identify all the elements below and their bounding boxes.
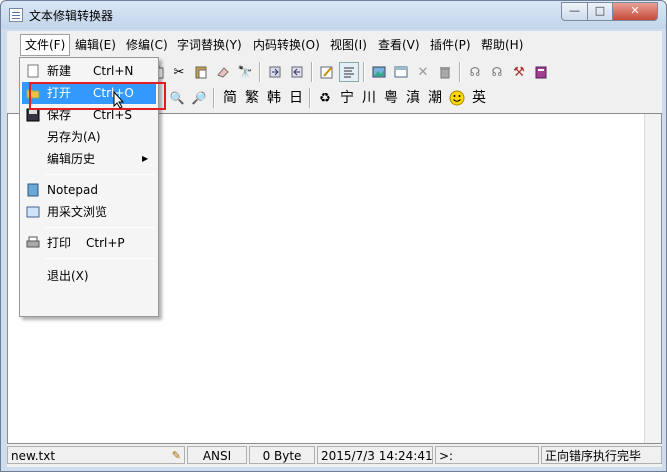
browser-icon bbox=[26, 206, 40, 218]
vertical-scrollbar[interactable] bbox=[644, 114, 661, 443]
import-icon[interactable] bbox=[265, 62, 285, 82]
menu-view[interactable]: 视图(I) bbox=[330, 36, 367, 54]
tools-icon[interactable]: ⚒ bbox=[509, 62, 529, 82]
toolbar-divider bbox=[309, 88, 311, 108]
korean-button[interactable]: 韩 bbox=[264, 88, 284, 108]
toolbar-divider bbox=[459, 62, 461, 82]
status-filename: new.txt ✎ bbox=[7, 446, 185, 464]
zoom-in-icon[interactable]: 🔍 bbox=[167, 88, 187, 108]
menu-item-new[interactable]: 新建 Ctrl+N bbox=[22, 60, 156, 82]
menu-look[interactable]: 查看(V) bbox=[378, 36, 420, 54]
maximize-button[interactable]: □ bbox=[587, 2, 613, 21]
menu-revise[interactable]: 修编(C) bbox=[126, 36, 168, 54]
new-shortcut: Ctrl+N bbox=[93, 64, 134, 78]
toolbar-divider bbox=[213, 88, 215, 108]
new-label: 新建 bbox=[47, 64, 72, 78]
print-shortcut: Ctrl+P bbox=[86, 236, 125, 250]
app-icon bbox=[9, 8, 23, 22]
audio-icon[interactable]: ☊ bbox=[487, 62, 507, 82]
filename-text: new.txt bbox=[11, 449, 56, 463]
cantonese-button[interactable]: 粤 bbox=[381, 88, 401, 108]
cut-icon[interactable]: ✂ bbox=[169, 62, 189, 82]
menu-divider bbox=[45, 227, 155, 228]
notepad-icon bbox=[27, 183, 39, 197]
status-bar: new.txt ✎ ANSI 0 Byte 2015/7/3 14:24:41 … bbox=[7, 445, 662, 465]
window-icon[interactable] bbox=[391, 62, 411, 82]
close-button[interactable]: ✕ bbox=[612, 2, 658, 21]
minimize-button[interactable]: — bbox=[561, 2, 588, 21]
browse-label: 用采文浏览 bbox=[47, 205, 108, 219]
menu-encoding-convert[interactable]: 内码转换(O) bbox=[253, 36, 320, 54]
pencil-icon: ✎ bbox=[171, 449, 181, 462]
zoom-out-icon[interactable]: 🔎 bbox=[189, 88, 209, 108]
menu-item-exit[interactable]: 退出(X) bbox=[22, 265, 156, 287]
save-as-label: 另存为(A) bbox=[47, 130, 101, 144]
menu-word-replace[interactable]: 字词替换(Y) bbox=[177, 36, 242, 54]
ningbo-button[interactable]: 宁 bbox=[337, 88, 357, 108]
menu-item-print[interactable]: 打印 Ctrl+P bbox=[22, 232, 156, 254]
align-text-icon[interactable] bbox=[339, 62, 359, 82]
book-icon[interactable] bbox=[531, 62, 551, 82]
menu-divider bbox=[45, 174, 155, 175]
traditional-button[interactable]: 繁 bbox=[242, 88, 262, 108]
exit-label: 退出(X) bbox=[47, 269, 89, 283]
delete-x-icon[interactable]: ✕ bbox=[413, 62, 433, 82]
window-title: 文本修辑转换器 bbox=[29, 9, 114, 23]
binoculars-icon[interactable]: 🔭 bbox=[235, 62, 255, 82]
status-datetime: 2015/7/3 14:24:41 bbox=[317, 446, 433, 464]
status-prompt: >: bbox=[435, 446, 539, 464]
highlight-annotation-box bbox=[29, 82, 166, 110]
save-disk-icon bbox=[26, 108, 40, 122]
new-file-icon bbox=[27, 64, 39, 78]
sichuan-button[interactable]: 川 bbox=[359, 88, 379, 108]
menu-divider bbox=[45, 258, 155, 259]
english-button[interactable]: 英 bbox=[469, 88, 489, 108]
edit-history-label: 编辑历史 bbox=[47, 152, 96, 166]
printer-icon bbox=[26, 236, 40, 248]
toolbar-divider bbox=[311, 62, 313, 82]
edit-pencil-icon[interactable] bbox=[317, 62, 337, 82]
yunnan-button[interactable]: 滇 bbox=[403, 88, 423, 108]
paste-icon[interactable] bbox=[191, 62, 211, 82]
menu-plugins[interactable]: 插件(P) bbox=[430, 36, 471, 54]
refresh-icon[interactable]: ♻ bbox=[315, 88, 335, 108]
menu-bar: 文件(F) 编辑(E) 修编(C) 字词替换(Y) 内码转换(O) 视图(I) … bbox=[7, 31, 662, 59]
menu-file[interactable]: 文件(F) bbox=[20, 34, 71, 56]
menu-item-edit-history[interactable]: 编辑历史 ▶ bbox=[22, 148, 156, 170]
status-size: 0 Byte bbox=[249, 446, 315, 464]
trash-icon[interactable] bbox=[435, 62, 455, 82]
title-bar: 文本修辑转换器 — □ ✕ bbox=[1, 1, 666, 29]
japanese-button[interactable]: 日 bbox=[286, 88, 306, 108]
menu-edit[interactable]: 编辑(E) bbox=[75, 36, 116, 54]
headset-icon[interactable]: ☊ bbox=[465, 62, 485, 82]
smiley-icon[interactable] bbox=[447, 88, 467, 108]
status-encoding: ANSI bbox=[187, 446, 247, 464]
simplified-button[interactable]: 简 bbox=[220, 88, 240, 108]
status-message: 正向错序执行完毕 bbox=[541, 446, 662, 464]
print-label: 打印 bbox=[47, 236, 72, 250]
toolbar-divider bbox=[259, 62, 261, 82]
notepad-label: Notepad bbox=[47, 183, 98, 197]
image-icon[interactable] bbox=[369, 62, 389, 82]
teochew-button[interactable]: 潮 bbox=[425, 88, 445, 108]
export-icon[interactable] bbox=[287, 62, 307, 82]
eraser-icon[interactable] bbox=[213, 62, 233, 82]
menu-help[interactable]: 帮助(H) bbox=[481, 36, 523, 54]
submenu-arrow-icon: ▶ bbox=[142, 154, 149, 163]
toolbar-divider bbox=[363, 62, 365, 82]
mouse-cursor-icon bbox=[113, 90, 125, 113]
menu-item-notepad[interactable]: Notepad bbox=[22, 179, 156, 201]
menu-item-browse[interactable]: 用采文浏览 bbox=[22, 201, 156, 223]
menu-item-save-as[interactable]: 另存为(A) bbox=[22, 126, 156, 148]
app-window: 文本修辑转换器 — □ ✕ 文件(F) 编辑(E) 修编(C) 字词替换(Y) … bbox=[0, 0, 667, 472]
